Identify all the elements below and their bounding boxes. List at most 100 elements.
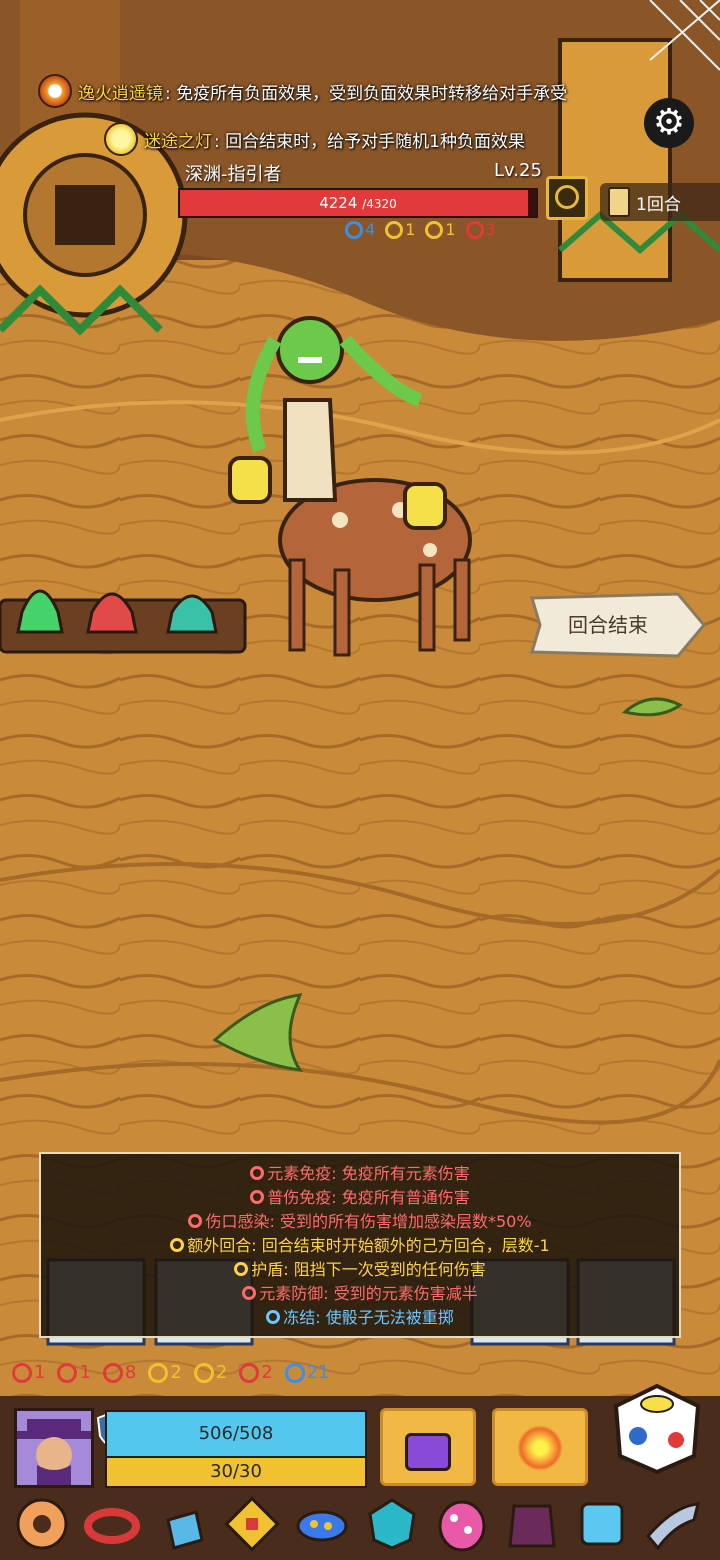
- player-stat: 2: [148, 1362, 182, 1383]
- enemy-stat: 3: [465, 220, 496, 239]
- player-stat-value: 2: [215, 1362, 228, 1383]
- tooltip-name: 元素免疫: [267, 1164, 332, 1183]
- element-immune-icon: [250, 1166, 265, 1180]
- player-avatar[interactable]: [14, 1408, 94, 1488]
- player-stat-value: 8: [124, 1362, 137, 1383]
- horn-relic-icon[interactable]: [644, 1496, 700, 1552]
- enemy-stat-value: 4: [365, 220, 376, 239]
- player-energy-text: 30/30: [210, 1461, 262, 1482]
- round-counter: 1回合: [600, 183, 720, 221]
- relic-name: 迷途之灯: [144, 131, 212, 152]
- player-stat: 21: [284, 1362, 330, 1383]
- bracelet-relic-icon[interactable]: [84, 1496, 140, 1552]
- tooltip-desc: : 免疫所有普通伤害: [331, 1188, 470, 1207]
- enemy-status-row: 4 1 1 3: [345, 220, 496, 239]
- rune-relic-icon[interactable]: [224, 1496, 280, 1552]
- freeze-icon: [284, 1362, 305, 1383]
- tooltip-line: 额外回合: 回合结束时开始额外的己方回合，层数-1: [41, 1234, 679, 1258]
- tooltip-line: 护盾: 阻挡下一次受到的任何伤害: [41, 1258, 679, 1282]
- status-tooltip: 元素免疫: 免疫所有元素伤害 普伤免疫: 免疫所有普通伤害 伤口感染: 受到的所有伤…: [39, 1152, 681, 1338]
- element-defense-icon: [242, 1286, 257, 1300]
- extra-turn-icon: [425, 220, 444, 239]
- shield-icon: [193, 1362, 214, 1383]
- freeze-icon: [266, 1310, 281, 1324]
- shield-icon: [385, 220, 404, 239]
- extra-turn-icon: [170, 1238, 185, 1252]
- shield-icon: [234, 1262, 249, 1276]
- player-hp-bar: 506/508: [105, 1410, 367, 1458]
- wound-icon: [188, 1214, 203, 1228]
- enemy-hp-text: 4224 /4320: [180, 190, 536, 217]
- enemy-stat: 4: [345, 220, 375, 239]
- lamp-icon: [104, 122, 138, 156]
- player-stat: 1: [12, 1362, 45, 1383]
- player-status-row: 1 1 8 2 2 2 21: [12, 1362, 330, 1383]
- tooltip-name: 护盾: [251, 1260, 284, 1279]
- player-stat: 2: [193, 1362, 228, 1383]
- tooltip-name: 伤口感染: [205, 1212, 270, 1231]
- round-label: 1回合: [636, 194, 681, 215]
- tooltip-name: 额外回合: [187, 1236, 252, 1255]
- tooltip-desc: : 使骰子无法被重掷: [315, 1308, 454, 1327]
- enemy-hp-max: /4320: [362, 197, 397, 211]
- burst-skill-button[interactable]: [492, 1408, 588, 1486]
- normal-immune-icon: [250, 1190, 265, 1204]
- enemy-stat-value: 1: [445, 220, 456, 239]
- lock-icon: [405, 1433, 451, 1471]
- tooltip-desc: : 阻挡下一次受到的任何伤害: [283, 1260, 486, 1279]
- enemy-stat-value: 3: [485, 220, 496, 239]
- tooltip-desc: : 免疫所有元素伤害: [331, 1164, 470, 1183]
- tooltip-line: 冻结: 使骰子无法被重掷: [41, 1306, 679, 1330]
- player-stat-value: 1: [34, 1362, 46, 1383]
- gem-relic-icon[interactable]: [364, 1496, 420, 1552]
- settings-gear-icon[interactable]: ⚙: [644, 98, 694, 148]
- tooltip-line: 元素防御: 受到的元素伤害减半: [41, 1282, 679, 1306]
- tooltip-name: 元素防御: [259, 1284, 324, 1303]
- main-die-button[interactable]: [610, 1382, 704, 1476]
- extra-turn-icon: [148, 1362, 169, 1383]
- tooltip-line: 伤口感染: 受到的所有伤害增加感染层数*50%: [41, 1210, 679, 1234]
- player-stat-value: 2: [170, 1362, 182, 1383]
- explosion-icon: [517, 1425, 563, 1471]
- relic-name: 逸火逍遥镜: [78, 83, 163, 104]
- enemy-inspect-button[interactable]: [546, 176, 588, 220]
- mirror-icon: [38, 74, 72, 108]
- relic-line-1[interactable]: 逸火逍遥镜 : 免疫所有负面效果，受到负面效果时转移给对手承受: [38, 74, 567, 108]
- tooltip-desc: : 受到的所有伤害增加感染层数*50%: [269, 1212, 532, 1231]
- lock-skill-button[interactable]: [380, 1408, 476, 1486]
- egg-relic-icon[interactable]: [434, 1496, 490, 1552]
- enemy-stat-value: 1: [405, 220, 416, 239]
- relic-bar: [14, 1496, 714, 1556]
- player-energy-bar: 30/30: [105, 1456, 367, 1488]
- end-turn-button[interactable]: 回合结束: [528, 592, 706, 658]
- ice-cube-relic-icon[interactable]: [574, 1496, 630, 1552]
- relic-desc: : 免疫所有负面效果，受到负面效果时转移给对手承受: [165, 83, 568, 104]
- player-stat-value: 2: [261, 1362, 273, 1383]
- player-stat: 1: [57, 1362, 91, 1383]
- tooltip-desc: : 回合结束时开始额外的己方回合，层数-1: [251, 1236, 550, 1255]
- mushroom-relic-icon[interactable]: [294, 1496, 350, 1552]
- freeze-icon: [345, 220, 363, 239]
- tooltip-name: 冻结: [283, 1308, 316, 1327]
- enemy-hp-current: 4224: [319, 194, 358, 212]
- relic-line-2[interactable]: 迷途之灯 : 回合结束时，给予对手随机1种负面效果: [104, 122, 525, 156]
- tooltip-desc: : 受到的元素伤害减半: [323, 1284, 478, 1303]
- tooltip-line: 元素免疫: 免疫所有元素伤害: [41, 1162, 679, 1186]
- player-stat-value: 1: [79, 1362, 91, 1383]
- scroll-icon: [608, 187, 630, 217]
- magnifier-icon: [555, 185, 579, 209]
- enemy-name: 深渊-指引者: [185, 164, 282, 185]
- element-defense-icon: [239, 1362, 260, 1383]
- element-immune-icon: [12, 1362, 32, 1383]
- player-stat: 8: [102, 1362, 137, 1383]
- player-hp-text: 506/508: [198, 1423, 274, 1444]
- player-stat: 2: [239, 1362, 273, 1383]
- armor-relic-icon[interactable]: [504, 1496, 560, 1552]
- player-stat-value: 21: [306, 1362, 330, 1383]
- enemy-level: Lv.25: [494, 160, 542, 181]
- donut-relic-icon[interactable]: [14, 1496, 70, 1552]
- enemy-stat: 1: [425, 220, 456, 239]
- claw-icon: [465, 220, 484, 239]
- potion-relic-icon[interactable]: [154, 1496, 210, 1552]
- tooltip-line: 普伤免疫: 免疫所有普通伤害: [41, 1186, 679, 1210]
